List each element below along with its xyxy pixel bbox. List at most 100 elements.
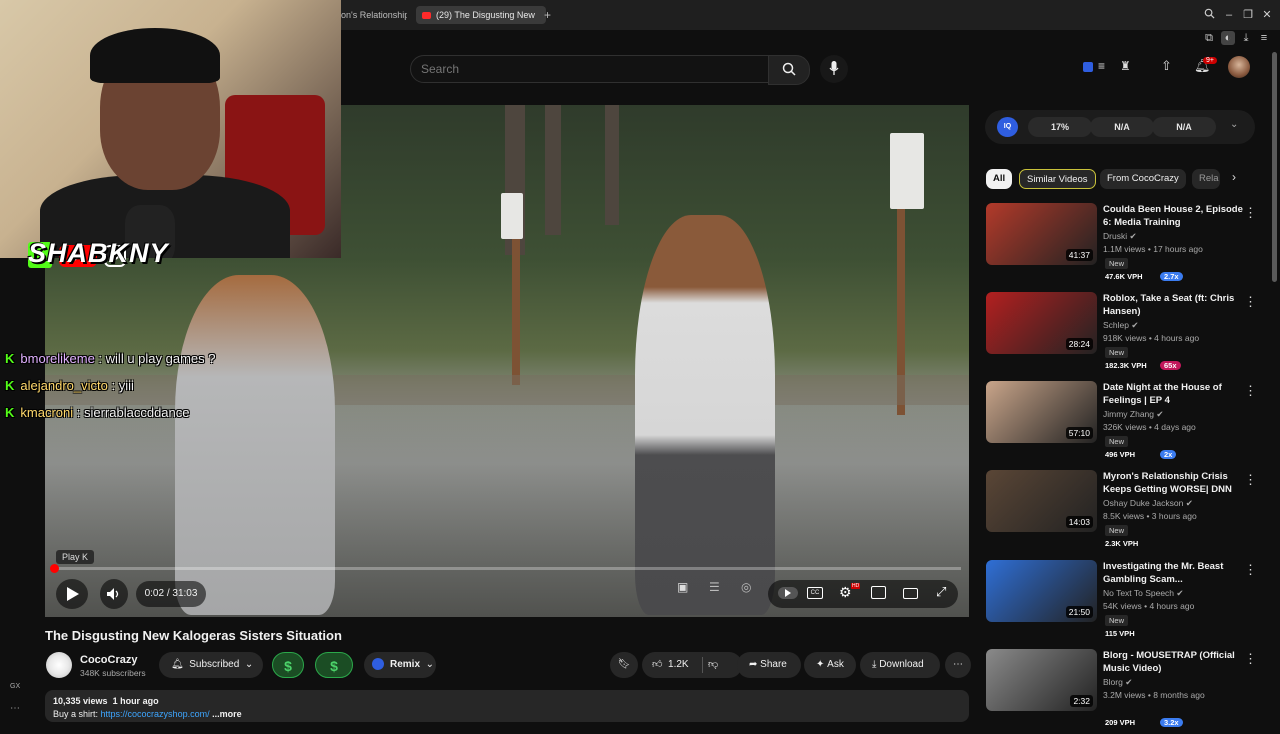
recommended-video[interactable]: 2:32 Blorg - MOUSETRAP (Official Music Vi… xyxy=(986,649,1261,734)
recommended-channel[interactable]: Druski ✔ xyxy=(1103,231,1137,242)
more-link[interactable]: ...more xyxy=(212,709,242,719)
menu-icon[interactable]: ≡ xyxy=(1257,31,1271,45)
chevron-right-icon[interactable]: › xyxy=(1232,170,1236,184)
recommended-video[interactable]: 14:03 Myron's Relationship Crisis Keeps G… xyxy=(986,470,1261,555)
share-label: Share xyxy=(760,659,787,670)
chevron-down-icon[interactable]: ⌄ xyxy=(1230,119,1238,130)
filter-chip-channel[interactable]: From CocoCrazy xyxy=(1100,169,1186,189)
like-button[interactable]: 👍︎ 1.2K xyxy=(652,659,689,670)
video-thumbnail[interactable]: 2:32 xyxy=(986,649,1097,711)
remix-button[interactable]: Remix ⌄ xyxy=(364,652,436,678)
maximize-icon[interactable]: ❐ xyxy=(1241,8,1255,22)
more-vertical-icon[interactable]: ⋮ xyxy=(1244,562,1257,578)
recommended-video[interactable]: 28:24 Roblox, Take a Seat (ft: Chris Hans… xyxy=(986,292,1261,377)
kick-chat-icon: K xyxy=(5,405,15,420)
video-thumbnail[interactable]: 28:24 xyxy=(986,292,1097,354)
save-button[interactable]: 🔖︎ xyxy=(610,652,638,678)
download-icon[interactable]: ⤓ xyxy=(1239,31,1253,45)
recommended-channel[interactable]: Blorg ✔ xyxy=(1103,677,1132,688)
more-vertical-icon[interactable]: ⋮ xyxy=(1244,651,1257,667)
vidiq-metric-pill[interactable]: N/A xyxy=(1152,117,1216,137)
download-label: Download xyxy=(879,659,924,670)
queue-icon[interactable]: ≡ xyxy=(1098,59,1105,73)
more-vertical-icon[interactable]: ⋮ xyxy=(1244,205,1257,221)
subscribed-button[interactable]: 🔔︎ Subscribed ⌄ xyxy=(159,652,263,678)
transcript-icon[interactable]: ☰ xyxy=(709,580,720,594)
iq-extension-icon[interactable] xyxy=(1083,62,1093,72)
progress-bar[interactable] xyxy=(53,567,961,570)
voice-search-button[interactable] xyxy=(820,55,848,83)
recommended-channel[interactable]: Jimmy Zhang ✔ xyxy=(1103,409,1164,420)
shop-link[interactable]: https://cococrazyshop.com/ xyxy=(101,709,210,719)
recommended-title[interactable]: Blorg - MOUSETRAP (Official Music Video) xyxy=(1103,649,1243,675)
recommended-title[interactable]: Myron's Relationship Crisis Keeps Gettin… xyxy=(1103,470,1243,496)
extensions-icon[interactable]: ⧉ xyxy=(1202,31,1216,45)
dislike-button[interactable]: 👎︎ xyxy=(708,652,718,678)
search-button[interactable] xyxy=(768,55,810,85)
settings-gear-icon[interactable]: ⚙ xyxy=(839,584,852,601)
theater-mode-icon[interactable] xyxy=(903,588,918,599)
vidiq-logo-icon[interactable]: IQ xyxy=(997,117,1018,137)
captions-icon[interactable]: CC xyxy=(807,587,823,599)
share-button[interactable]: ➦ Share xyxy=(737,652,801,678)
trophy-icon[interactable]: ♜ xyxy=(1120,59,1131,73)
more-actions-button[interactable]: ⋯ xyxy=(945,652,971,678)
volume-button[interactable] xyxy=(100,579,128,609)
more-vertical-icon[interactable]: ⋮ xyxy=(1244,294,1257,310)
tip-button[interactable]: $ xyxy=(272,652,304,678)
browser-tab-active[interactable]: (29) The Disgusting New xyxy=(416,6,546,24)
filter-chip-related[interactable]: Rela xyxy=(1192,169,1220,189)
recommended-channel[interactable]: Oshay Duke Jackson ✔ xyxy=(1103,498,1193,509)
scrubber-handle[interactable] xyxy=(50,564,59,573)
browser-tab[interactable]: on's Relationship xyxy=(341,6,407,24)
profile-extension-icon[interactable]: ◐ xyxy=(1221,31,1235,45)
recommended-title[interactable]: Roblox, Take a Seat (ft: Chris Hansen) xyxy=(1103,292,1243,318)
autoplay-toggle[interactable] xyxy=(778,587,798,599)
miniplayer-icon[interactable] xyxy=(871,586,886,599)
duration-badge: 28:24 xyxy=(1065,338,1093,350)
channel-name[interactable]: CocoCrazy xyxy=(80,654,137,666)
video-thumbnail[interactable]: 41:37 xyxy=(986,203,1097,265)
fullscreen-icon[interactable]: ⤢ xyxy=(936,584,946,600)
minimize-icon[interactable]: – xyxy=(1222,8,1236,22)
clip-icon[interactable]: ▣ xyxy=(677,580,688,594)
video-thumbnail[interactable]: 14:03 xyxy=(986,470,1097,532)
person-left xyxy=(175,275,335,615)
like-count: 1.2K xyxy=(668,659,689,670)
video-thumbnail[interactable]: 21:50 xyxy=(986,560,1097,622)
channel-avatar[interactable] xyxy=(46,652,72,678)
new-tab-button[interactable]: + xyxy=(544,6,556,24)
download-button[interactable]: ⤓ Download xyxy=(860,652,940,678)
scrollbar[interactable] xyxy=(1272,52,1277,282)
more-horizontal-icon[interactable]: ⋯ xyxy=(10,703,20,714)
recommended-title[interactable]: Date Night at the House of Feelings | EP… xyxy=(1103,381,1243,407)
recommended-channel[interactable]: Schlep ✔ xyxy=(1103,320,1139,331)
recommended-video[interactable]: 57:10 Date Night at the House of Feelings… xyxy=(986,381,1261,466)
thanks-button[interactable]: $ xyxy=(315,652,353,678)
dollar-icon: $ xyxy=(284,658,292,674)
recommended-video[interactable]: 41:37 Coulda Been House 2, Episode 6: Med… xyxy=(986,203,1261,288)
search-input[interactable] xyxy=(411,56,753,82)
recommended-video[interactable]: 21:50 Investigating the Mr. Beast Gamblin… xyxy=(986,560,1261,645)
create-upload-icon[interactable]: ⇧ xyxy=(1161,58,1172,74)
filter-chip-similar[interactable]: Similar Videos xyxy=(1019,169,1096,189)
recommended-title[interactable]: Coulda Been House 2, Episode 6: Media Tr… xyxy=(1103,203,1243,229)
screenshot-icon[interactable]: ◎ xyxy=(741,580,751,594)
search-tabs-icon[interactable] xyxy=(1202,8,1216,22)
more-vertical-icon[interactable]: ⋮ xyxy=(1244,383,1257,399)
play-button[interactable] xyxy=(56,579,88,609)
recommended-channel[interactable]: No Text To Speech ✔ xyxy=(1103,588,1184,599)
account-avatar[interactable] xyxy=(1228,56,1250,78)
close-icon[interactable]: ✕ xyxy=(1260,8,1274,22)
filter-chip-all[interactable]: All xyxy=(986,169,1013,189)
vidiq-metric-pill[interactable]: N/A xyxy=(1090,117,1154,137)
video-thumbnail[interactable]: 57:10 xyxy=(986,381,1097,443)
new-badge: New xyxy=(1105,347,1129,358)
vph-stat: 209 VPH xyxy=(1105,718,1136,727)
recommended-meta: 326K views • 4 days ago xyxy=(1103,422,1196,432)
ask-button[interactable]: ✦ Ask xyxy=(804,652,856,678)
remix-icon xyxy=(372,658,384,671)
recommended-title[interactable]: Investigating the Mr. Beast Gambling Sca… xyxy=(1103,560,1243,586)
more-vertical-icon[interactable]: ⋮ xyxy=(1244,472,1257,488)
vidiq-score-pill[interactable]: 17% xyxy=(1028,117,1092,137)
